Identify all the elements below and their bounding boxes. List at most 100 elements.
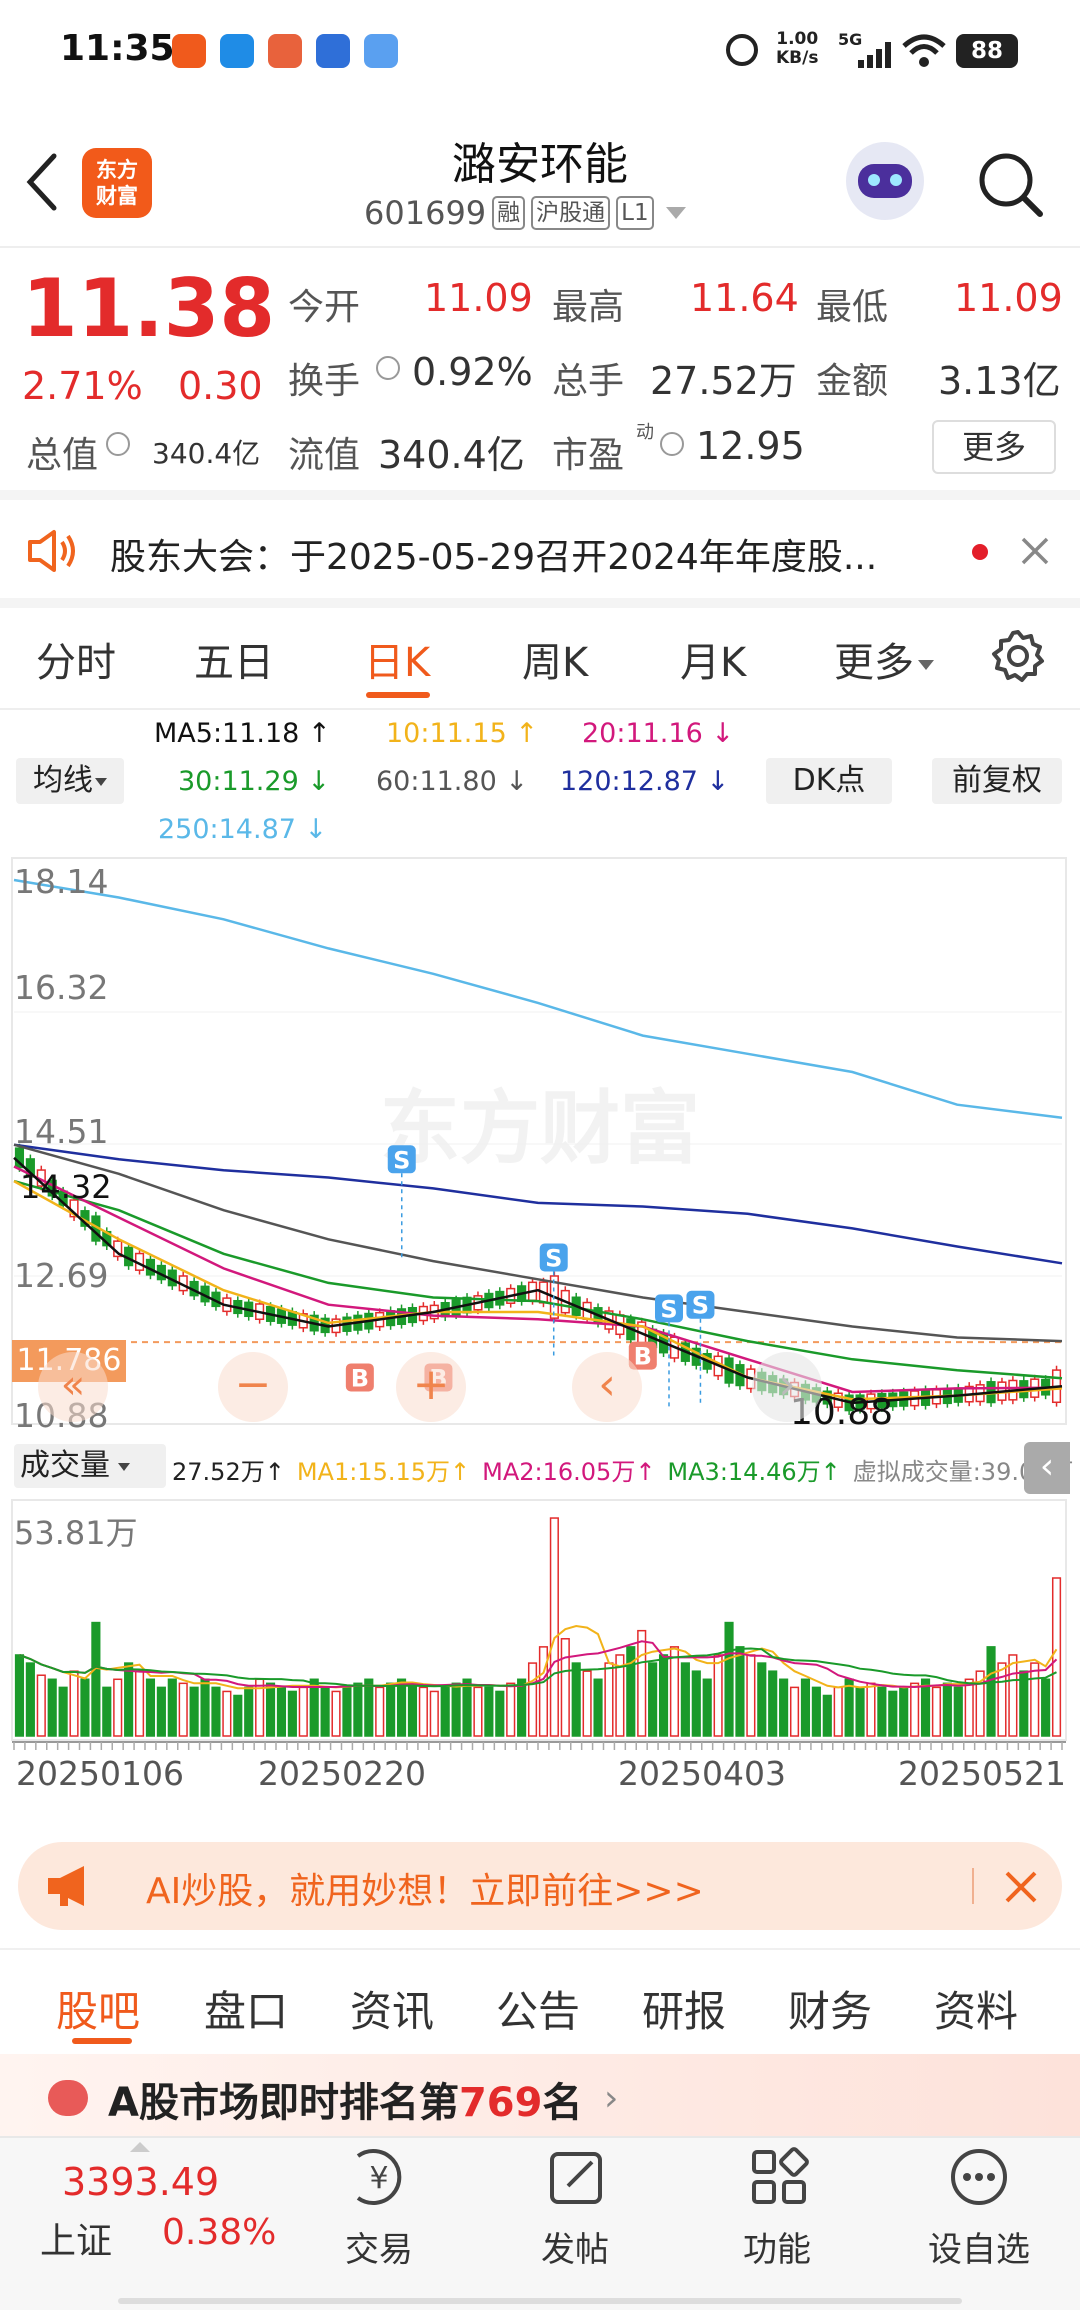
index-name[interactable]: 上证	[40, 2212, 112, 2264]
current-price: 11.38	[22, 262, 276, 355]
volume-bar	[91, 1621, 101, 1737]
nav-post[interactable]: 发帖	[510, 2146, 640, 2276]
more-button[interactable]: 更多	[932, 420, 1056, 474]
tab-profile[interactable]: 资料	[934, 1978, 1018, 2039]
next-button[interactable]: ›	[752, 1352, 822, 1422]
nav-functions[interactable]: 功能	[712, 2146, 842, 2276]
dk-point-button[interactable]: DK点	[766, 758, 892, 804]
adjust-label: 前复权	[952, 763, 1042, 798]
zoom-in-button[interactable]: +	[396, 1352, 466, 1422]
volume-bar	[833, 1686, 843, 1737]
ma-selector[interactable]: 均线	[16, 758, 124, 804]
volume-bar	[145, 1678, 156, 1737]
volume-bar	[418, 1686, 428, 1737]
high-value: 11.64	[690, 276, 799, 320]
level-tag: L1	[616, 196, 654, 230]
float-value: 340.4亿	[378, 433, 525, 477]
volume-bar	[342, 1686, 352, 1737]
volume-bar	[244, 1686, 254, 1737]
volume-bar	[920, 1678, 931, 1737]
ranking-banner[interactable]: A股市场即时排名第769名 ›	[0, 2054, 1080, 2136]
robot-assistant-icon[interactable]	[846, 142, 924, 220]
tab-daily-k[interactable]: 日K	[364, 630, 430, 688]
tab-intraday[interactable]: 分时	[36, 630, 116, 688]
tab-news[interactable]: 资讯	[350, 1978, 434, 2039]
signal-letter: S	[545, 1244, 562, 1272]
signal-letter: S	[692, 1292, 709, 1320]
volume-bar	[102, 1686, 112, 1737]
volume-bar	[768, 1670, 778, 1737]
volume-value: 27.52万	[650, 359, 797, 403]
volume-bar	[658, 1654, 669, 1737]
volume-bar	[669, 1646, 680, 1737]
info-icon[interactable]	[660, 432, 684, 456]
svg-text:¥: ¥	[369, 2161, 388, 2196]
search-icon[interactable]	[976, 150, 1046, 220]
volume-bar	[899, 1686, 909, 1737]
volume-bar	[36, 1674, 46, 1737]
prev-button[interactable]: ‹	[572, 1352, 642, 1422]
open-label: 今开	[288, 287, 361, 328]
tab-five-day[interactable]: 五日	[194, 630, 274, 688]
volume-bar	[178, 1682, 188, 1737]
volume-bar	[560, 1638, 570, 1737]
volume-bar	[593, 1678, 603, 1737]
ai-ad-banner[interactable]: AI炒股，就用妙想！立即前往>>>	[18, 1842, 1062, 1930]
stock-code: 601699	[364, 194, 487, 232]
close-notice-icon[interactable]	[1020, 536, 1050, 566]
ma120-arrow: ↓	[706, 766, 730, 797]
tab-monthly-k[interactable]: 月K	[680, 630, 746, 688]
volume-bar	[14, 1654, 25, 1737]
change-percent: 2.71%	[22, 364, 143, 408]
close-ad-icon[interactable]	[1004, 1870, 1038, 1904]
volume-bar	[538, 1646, 549, 1737]
volume-bar	[637, 1629, 647, 1737]
collapse-panel-button[interactable]: ‹	[1024, 1442, 1070, 1494]
volume-bar	[124, 1662, 134, 1737]
volume-bar	[495, 1690, 505, 1737]
volume-bar	[506, 1682, 516, 1737]
volume-bar	[604, 1662, 614, 1737]
tab-announcements[interactable]: 公告	[496, 1978, 580, 2039]
wifi-icon	[902, 34, 946, 67]
y-tick: 14.51	[14, 1112, 109, 1151]
tab-order-book[interactable]: 盘口	[204, 1978, 288, 2039]
tab-weekly-k[interactable]: 周K	[522, 630, 588, 688]
volume-bar	[571, 1662, 581, 1737]
volume-bar	[517, 1678, 527, 1737]
gear-icon[interactable]	[990, 628, 1046, 684]
nav-trade[interactable]: ¥ 交易	[314, 2146, 444, 2276]
volume-selector[interactable]: 成交量	[14, 1444, 166, 1488]
info-icon[interactable]	[106, 432, 130, 456]
stock-code-row[interactable]: 601699 融 沪股通 L1	[364, 194, 686, 232]
kline-chart[interactable]: 东方财富 SSSSBBB	[0, 856, 1080, 1426]
tab-forum[interactable]: 股吧	[56, 1978, 140, 2039]
tab-research[interactable]: 研报	[642, 1978, 726, 2039]
volume-bar	[997, 1662, 1007, 1737]
adjust-button[interactable]: 前复权	[932, 758, 1062, 804]
ma5-text: MA5:11.18	[154, 718, 300, 749]
dropdown-triangle-icon[interactable]	[665, 207, 686, 219]
info-icon[interactable]	[376, 356, 400, 380]
index-change[interactable]: 0.38%	[162, 2212, 276, 2253]
volume-bar	[942, 1682, 952, 1737]
tab-more[interactable]: 更多	[834, 630, 934, 688]
turnover-value: 0.92%	[412, 350, 533, 394]
nav-add-watchlist[interactable]: 设自选	[914, 2146, 1044, 2276]
volume-bar	[822, 1694, 832, 1737]
app-icon-3	[268, 34, 302, 68]
battery-icon: 88	[956, 34, 1018, 68]
ranking-prefix: A股市场即时排名第	[108, 2080, 459, 2126]
volume-bar	[1051, 1577, 1062, 1737]
zoom-out-button[interactable]: −	[218, 1352, 288, 1422]
alarm-icon	[726, 34, 758, 66]
volume-triangle-icon	[118, 1462, 130, 1471]
index-value[interactable]: 3393.49	[62, 2160, 219, 2204]
notice-text[interactable]: 股东大会：于2025-05-29召开2024年年度股...	[110, 528, 877, 580]
volume-bar	[69, 1670, 79, 1737]
volume-bar	[757, 1662, 767, 1737]
trade-icon: ¥	[356, 2149, 402, 2205]
scroll-left-button[interactable]: «	[38, 1352, 108, 1422]
tab-finance[interactable]: 财务	[788, 1978, 872, 2039]
selector-triangle-icon	[95, 777, 107, 786]
